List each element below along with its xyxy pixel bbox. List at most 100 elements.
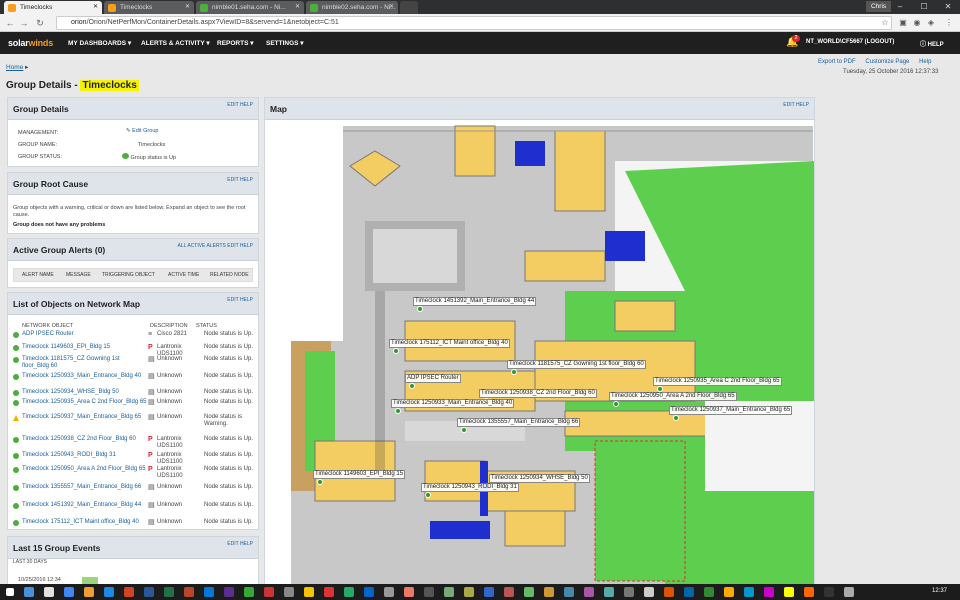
panel-edit-help-links[interactable]: EDIT HELP bbox=[227, 297, 253, 303]
col-network-object[interactable]: NETWORK OBJECT bbox=[22, 323, 73, 329]
col-active-time[interactable]: ACTIVE TIME bbox=[168, 269, 199, 282]
browser-tab-2[interactable]: Timeclocks ✕ bbox=[104, 1, 194, 14]
taskbar-app-icon[interactable] bbox=[344, 587, 354, 597]
taskbar-app-icon[interactable] bbox=[464, 587, 474, 597]
panel-edit-help-links[interactable]: EDIT HELP bbox=[227, 541, 253, 547]
taskbar-app-icon[interactable] bbox=[824, 587, 834, 597]
taskbar-app-icon[interactable] bbox=[424, 587, 434, 597]
network-object-link[interactable]: ADP IPSEC Router bbox=[22, 331, 148, 338]
map-node-status-icon[interactable] bbox=[673, 415, 679, 421]
menu-settings[interactable]: SETTINGS ▾ bbox=[266, 39, 304, 47]
taskbar-app-icon[interactable] bbox=[784, 587, 794, 597]
user-logout-link[interactable]: NT_WORLD\CF5667 (LOGOUT) bbox=[806, 39, 894, 45]
map-node-status-icon[interactable] bbox=[417, 306, 423, 312]
extension-icon[interactable]: ▣ bbox=[898, 18, 908, 28]
taskbar-app-icon[interactable] bbox=[284, 587, 294, 597]
minimize-icon[interactable]: – bbox=[888, 0, 912, 14]
map-node-status-icon[interactable] bbox=[425, 492, 431, 498]
network-object-link[interactable]: Timeclock 1250934_WHSE_Bldg 50 bbox=[22, 389, 148, 396]
url-field[interactable]: orion/Orion/NetPerfMon/ContainerDetails.… bbox=[56, 16, 892, 30]
page-help-link[interactable]: Help bbox=[919, 59, 931, 65]
col-alert-name[interactable]: ALERT NAME bbox=[22, 269, 54, 282]
map-node-label[interactable]: Timeclock 1250935_Area C 2nd Floor_Bldg … bbox=[653, 377, 782, 386]
map-node-status-icon[interactable] bbox=[393, 348, 399, 354]
taskbar-app-icon[interactable] bbox=[24, 587, 34, 597]
map-node-status-icon[interactable] bbox=[613, 401, 619, 407]
menu-reports[interactable]: REPORTS ▾ bbox=[217, 39, 254, 47]
menu-my-dashboards[interactable]: MY DASHBOARDS ▾ bbox=[68, 39, 131, 47]
taskbar-app-icon[interactable] bbox=[324, 587, 334, 597]
close-window-icon[interactable]: ✕ bbox=[936, 0, 960, 14]
campus-map[interactable] bbox=[265, 121, 814, 587]
browser-tab-3[interactable]: nimble01.seha.com - Ni... ✕ bbox=[196, 1, 304, 14]
taskbar-app-icon[interactable] bbox=[84, 587, 94, 597]
taskbar-app-icon[interactable] bbox=[124, 587, 134, 597]
taskbar-app-icon[interactable] bbox=[224, 587, 234, 597]
export-pdf-link[interactable]: Export to PDF bbox=[818, 59, 856, 65]
map-node-label[interactable]: Timeclock 1250937_Main_Entrance_Bldg 65 bbox=[669, 406, 793, 415]
taskbar-app-icon[interactable] bbox=[204, 587, 214, 597]
taskbar-app-icon[interactable] bbox=[684, 587, 694, 597]
browser-tab-1[interactable]: Timeclocks ✕ bbox=[4, 1, 102, 14]
taskbar-app-icon[interactable] bbox=[104, 587, 114, 597]
network-object-link[interactable]: Timeclock 1149603_EPI_Bldg 15 bbox=[22, 344, 148, 351]
map-node-label[interactable]: Timeclock 1451392_Main_Entrance_Bldg 44 bbox=[413, 297, 537, 306]
taskbar-app-icon[interactable] bbox=[364, 587, 374, 597]
taskbar-app-icon[interactable] bbox=[484, 587, 494, 597]
reload-icon[interactable]: ↻ bbox=[34, 17, 46, 29]
taskbar-app-icon[interactable] bbox=[764, 587, 774, 597]
map-node-label[interactable]: Timeclock 1181575_CZ Gowning 1st floor_B… bbox=[507, 360, 646, 369]
taskbar-app-icon[interactable] bbox=[804, 587, 814, 597]
map-node-label[interactable]: Timeclock 1149603_EPI_Bldg 15 bbox=[313, 470, 406, 479]
close-tab-icon[interactable]: ✕ bbox=[389, 1, 394, 14]
browser-menu-icon[interactable]: ⋮ bbox=[944, 18, 954, 28]
taskbar-app-icon[interactable] bbox=[244, 587, 254, 597]
close-tab-icon[interactable]: ✕ bbox=[185, 1, 190, 14]
taskbar-app-icon[interactable] bbox=[664, 587, 674, 597]
extension-icon[interactable]: ◈ bbox=[926, 18, 936, 28]
panel-edit-help-links[interactable]: EDIT HELP bbox=[783, 102, 809, 108]
taskbar-app-icon[interactable] bbox=[584, 587, 594, 597]
menu-alerts-activity[interactable]: ALERTS & ACTIVITY ▾ bbox=[141, 39, 210, 47]
taskbar-app-icon[interactable] bbox=[544, 587, 554, 597]
network-object-link[interactable]: Timeclock 1250938_CZ 2nd Floor_Bldg 60 bbox=[22, 436, 148, 443]
maximize-icon[interactable]: ☐ bbox=[912, 0, 936, 14]
new-tab-button[interactable] bbox=[400, 1, 418, 14]
taskbar-app-icon[interactable] bbox=[384, 587, 394, 597]
map-node-label[interactable]: Timeclock 1250938_CZ 2nd Floor_Bldg 60 bbox=[479, 389, 597, 398]
windows-start-icon[interactable] bbox=[6, 588, 14, 596]
network-object-link[interactable]: Timeclock 1250935_Area C 2nd Floor_Bldg … bbox=[22, 399, 148, 406]
edit-group-link[interactable]: ✎ Edit Group bbox=[126, 128, 158, 134]
taskbar-app-icon[interactable] bbox=[504, 587, 514, 597]
forward-icon[interactable]: → bbox=[18, 17, 30, 29]
map-node-status-icon[interactable] bbox=[395, 408, 401, 414]
bookmark-star-icon[interactable]: ☆ bbox=[880, 18, 890, 28]
map-node-status-icon[interactable] bbox=[409, 383, 415, 389]
taskbar-app-icon[interactable] bbox=[184, 587, 194, 597]
network-object-link[interactable]: Timeclock 1181575_CZ Gowning 1st floor_B… bbox=[22, 356, 148, 370]
browser-tab-4[interactable]: nimble02.seha.com - Ni... ✕ bbox=[306, 1, 398, 14]
network-object-link[interactable]: Timeclock 1355557_Main_Entrance_Bldg 66 bbox=[22, 484, 148, 491]
map-node-label[interactable]: ADP IPSEC Router bbox=[405, 374, 461, 383]
map-node-label[interactable]: Timeclock 1250950_Area A 2nd Floor_Bldg … bbox=[609, 392, 737, 401]
taskbar-app-icon[interactable] bbox=[624, 587, 634, 597]
taskbar-app-icon[interactable] bbox=[164, 587, 174, 597]
network-object-link[interactable]: Timeclock 175112_ICT Maint office_Bldg 4… bbox=[22, 519, 148, 526]
network-object-link[interactable]: Timeclock 1250933_Main_Entrance_Bldg 40 bbox=[22, 373, 148, 380]
map-node-status-icon[interactable] bbox=[511, 369, 517, 375]
taskbar-app-icon[interactable] bbox=[704, 587, 714, 597]
taskbar-app-icon[interactable] bbox=[264, 587, 274, 597]
panel-alert-links[interactable]: ALL ACTIVE ALERTS EDIT HELP bbox=[178, 243, 254, 249]
customize-page-link[interactable]: Customize Page bbox=[865, 59, 909, 65]
col-description[interactable]: DESCRIPTION bbox=[150, 323, 188, 329]
taskbar-app-icon[interactable] bbox=[644, 587, 654, 597]
map-node-label[interactable]: Timeclock 1250943_RODI_Bldg 31 bbox=[421, 483, 519, 492]
taskbar-app-icon[interactable] bbox=[44, 587, 54, 597]
taskbar-app-icon[interactable] bbox=[524, 587, 534, 597]
network-object-link[interactable]: Timeclock 1451392_Main_Entrance_Bldg 44 bbox=[22, 502, 148, 509]
network-object-link[interactable]: Timeclock 1250943_RODI_Bldg 31 bbox=[22, 452, 148, 459]
taskbar-app-icon[interactable] bbox=[564, 587, 574, 597]
network-object-link[interactable]: Timeclock 1250937_Main_Entrance_Bldg 65 bbox=[22, 414, 148, 421]
taskbar-app-icon[interactable] bbox=[444, 587, 454, 597]
taskbar-app-icon[interactable] bbox=[64, 587, 74, 597]
